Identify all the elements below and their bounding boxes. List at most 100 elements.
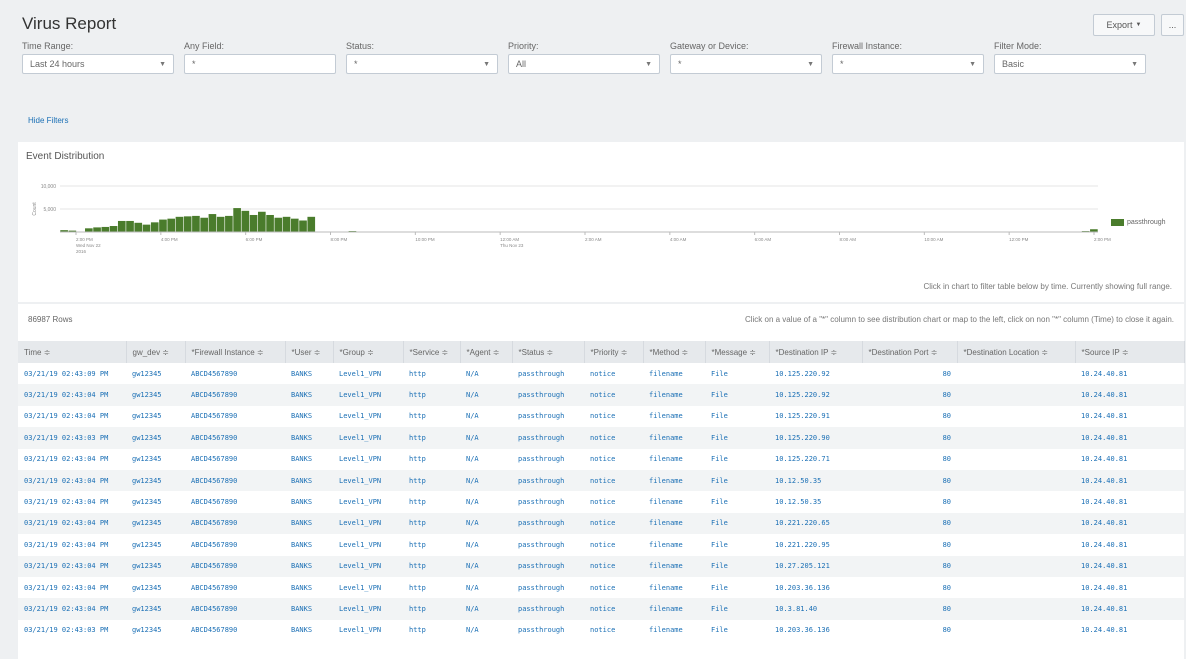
table-row[interactable]: 03/21/19 02:43:04 PM gw12345 ABCD4567890 BA…	[18, 384, 1184, 406]
table-cell[interactable]: 10.125.220.90	[769, 427, 862, 448]
table-cell[interactable]: 10.24.40.81	[1075, 513, 1184, 534]
table-row[interactable]: 03/21/19 02:43:04 PM gw12345 ABCD4567890 BA…	[18, 448, 1184, 470]
table-cell[interactable]: 10.24.40.81	[1075, 363, 1184, 384]
table-cell[interactable]: notice	[584, 577, 643, 598]
table-cell[interactable]: 10.24.40.81	[1075, 556, 1184, 577]
table-cell[interactable]: filename	[643, 384, 705, 405]
table-cell[interactable]: File	[705, 427, 769, 448]
table-cell[interactable]: http	[403, 470, 460, 491]
table-cell[interactable]: N/A	[460, 384, 512, 405]
column-header[interactable]: *User ≑	[285, 341, 334, 363]
table-cell[interactable]: notice	[584, 470, 643, 491]
table-cell[interactable]: File	[705, 556, 769, 577]
table-cell[interactable]: 03/21/19 02:43:03 PM	[18, 427, 126, 448]
table-cell[interactable]: filename	[643, 491, 705, 512]
status-select[interactable]: * ▼	[346, 54, 498, 74]
column-header[interactable]: *Agent ≑	[460, 341, 513, 363]
table-cell[interactable]: 10.203.36.136	[769, 577, 862, 598]
table-cell[interactable]: notice	[584, 427, 643, 448]
table-cell[interactable]: http	[403, 598, 460, 619]
table-cell[interactable]: filename	[643, 620, 705, 641]
table-cell[interactable]: 80	[862, 513, 957, 534]
table-cell[interactable]: 10.221.220.65	[769, 513, 862, 534]
table-cell[interactable]: passthrough	[512, 491, 584, 512]
column-header[interactable]: *Group ≑	[333, 341, 404, 363]
table-row[interactable]: 03/21/19 02:43:04 PM gw12345 ABCD4567890 BA…	[18, 469, 1184, 492]
table-cell[interactable]: File	[705, 449, 769, 470]
table-cell[interactable]: gw12345	[126, 556, 185, 577]
table-cell[interactable]: notice	[584, 363, 643, 384]
table-cell[interactable]: File	[705, 491, 769, 512]
table-cell[interactable]: notice	[584, 384, 643, 405]
table-row[interactable]: 03/21/19 02:43:04 PM gw12345 ABCD4567890 BA…	[18, 555, 1184, 577]
table-cell[interactable]: Level1_VPN	[333, 577, 403, 598]
table-cell[interactable]: notice	[584, 598, 643, 619]
table-cell[interactable]: 10.24.40.81	[1075, 384, 1184, 405]
table-cell[interactable]: N/A	[460, 470, 512, 491]
table-cell[interactable]: File	[705, 513, 769, 534]
table-cell[interactable]: filename	[643, 406, 705, 427]
table-cell[interactable]: 10.24.40.81	[1075, 470, 1184, 491]
table-cell[interactable]: 80	[862, 534, 957, 555]
table-cell[interactable]: 03/21/19 02:43:04 PM	[18, 449, 126, 470]
table-cell[interactable]: 03/21/19 02:43:04 PM	[18, 577, 126, 598]
table-cell[interactable]: 03/21/19 02:43:04 PM	[18, 491, 126, 512]
table-cell[interactable]: Level1_VPN	[333, 427, 403, 448]
table-cell[interactable]: 10.125.220.92	[769, 384, 862, 405]
table-cell[interactable]: File	[705, 406, 769, 427]
table-cell[interactable]: http	[403, 556, 460, 577]
table-cell[interactable]: http	[403, 427, 460, 448]
table-cell[interactable]: 10.203.36.136	[769, 620, 862, 641]
table-cell[interactable]: 80	[862, 620, 957, 641]
table-row[interactable]: 03/21/19 02:43:04 PM gw12345 ABCD4567890 BA…	[18, 534, 1184, 556]
table-cell[interactable]: ABCD4567890	[185, 620, 285, 641]
table-cell[interactable]: BANKS	[285, 577, 333, 598]
table-cell[interactable]: notice	[584, 449, 643, 470]
table-cell[interactable]: BANKS	[285, 449, 333, 470]
table-cell[interactable]: http	[403, 620, 460, 641]
table-cell[interactable]: http	[403, 406, 460, 427]
table-cell[interactable]: filename	[643, 470, 705, 491]
table-cell[interactable]: 80	[862, 449, 957, 470]
table-cell[interactable]: BANKS	[285, 406, 333, 427]
table-cell[interactable]: BANKS	[285, 491, 333, 512]
table-cell[interactable]: ABCD4567890	[185, 534, 285, 555]
table-cell[interactable]: 80	[862, 556, 957, 577]
table-cell[interactable]: filename	[643, 513, 705, 534]
table-cell[interactable]: Level1_VPN	[333, 491, 403, 512]
table-cell[interactable]: passthrough	[512, 470, 584, 491]
event-distribution-chart[interactable]: 10,0005,000Count2:00 PMWed Nov 2220164:0…	[18, 142, 1184, 302]
table-cell[interactable]: gw12345	[126, 534, 185, 555]
table-cell[interactable]: BANKS	[285, 470, 333, 491]
table-cell[interactable]: ABCD4567890	[185, 491, 285, 512]
table-cell[interactable]: passthrough	[512, 620, 584, 641]
table-row[interactable]: 03/21/19 02:43:04 PM gw12345 ABCD4567890 BA…	[18, 405, 1184, 428]
table-cell[interactable]: http	[403, 491, 460, 512]
table-cell[interactable]: Level1_VPN	[333, 406, 403, 427]
table-cell[interactable]: notice	[584, 513, 643, 534]
table-cell[interactable]: notice	[584, 406, 643, 427]
table-cell[interactable]: passthrough	[512, 513, 584, 534]
table-cell[interactable]: filename	[643, 427, 705, 448]
table-cell[interactable]: filename	[643, 363, 705, 384]
table-cell[interactable]: notice	[584, 491, 643, 512]
table-cell[interactable]: gw12345	[126, 427, 185, 448]
firewall-instance-select[interactable]: * ▼	[832, 54, 984, 74]
table-cell[interactable]: Level1_VPN	[333, 556, 403, 577]
table-cell[interactable]: 80	[862, 363, 957, 384]
table-cell[interactable]: BANKS	[285, 620, 333, 641]
export-button[interactable]: Export ▼	[1093, 14, 1155, 36]
table-cell[interactable]: N/A	[460, 598, 512, 619]
table-cell[interactable]: http	[403, 384, 460, 405]
table-cell[interactable]: filename	[643, 534, 705, 555]
table-cell[interactable]: 10.24.40.81	[1075, 577, 1184, 598]
table-cell[interactable]: N/A	[460, 534, 512, 555]
table-cell[interactable]: BANKS	[285, 384, 333, 405]
table-cell[interactable]: http	[403, 449, 460, 470]
table-cell[interactable]: passthrough	[512, 406, 584, 427]
table-cell[interactable]: ABCD4567890	[185, 556, 285, 577]
table-cell[interactable]: gw12345	[126, 620, 185, 641]
table-cell[interactable]: 10.3.81.40	[769, 598, 862, 619]
table-cell[interactable]: Level1_VPN	[333, 470, 403, 491]
table-cell[interactable]: 10.125.220.71	[769, 449, 862, 470]
